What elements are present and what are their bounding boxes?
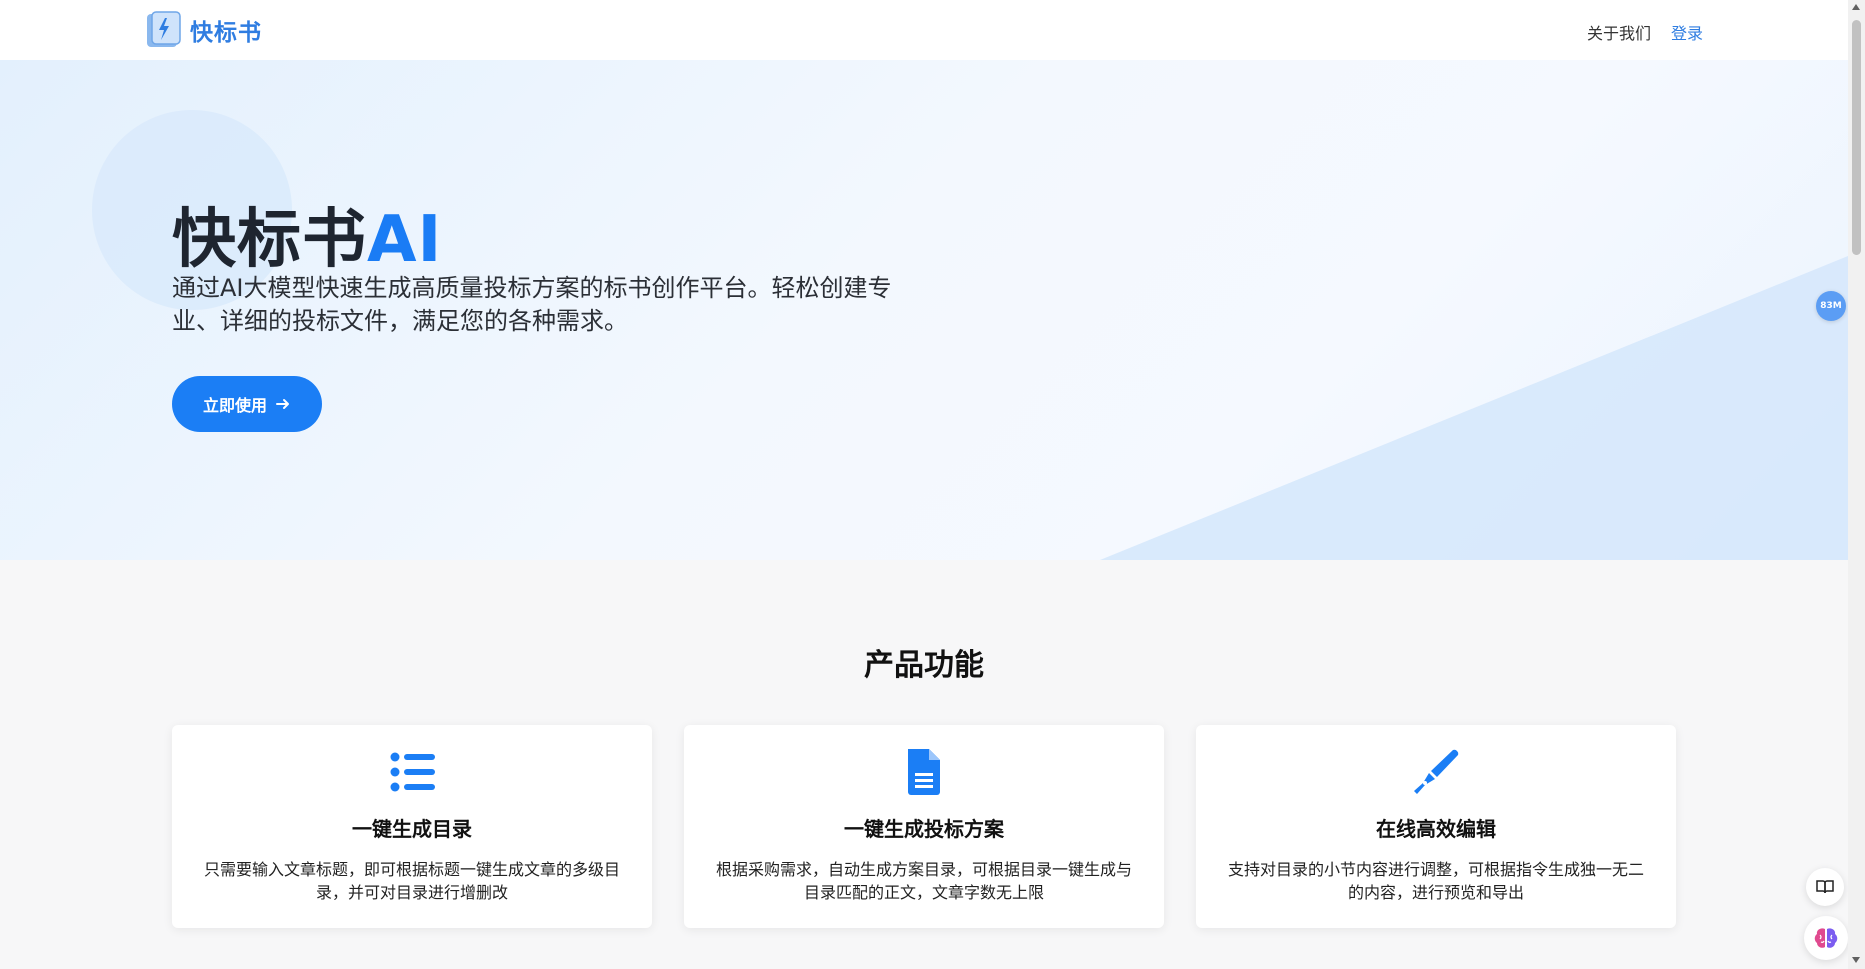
feature-card-title: 一键生成投标方案 — [844, 817, 1004, 841]
ai-assistant-float-button[interactable] — [1804, 916, 1848, 960]
hero-title: 快标书AI — [172, 188, 442, 280]
feature-card-description: 只需要输入文章标题，即可根据标题一键生成文章的多级目录，并可对目录进行增删改 — [203, 860, 620, 902]
hero-section: 快标书AI 通过AI大模型快速生成高质量投标方案的标书创作平台。轻松创建专业、详… — [0, 60, 1848, 560]
scrollbar-thumb[interactable] — [1852, 20, 1861, 255]
memory-usage-badge[interactable]: 83M — [1816, 291, 1846, 321]
hero-title-main: 快标书 — [172, 203, 367, 277]
document-icon — [908, 749, 940, 795]
brand-logo-icon — [147, 11, 181, 47]
scroll-down-arrow-icon[interactable] — [1852, 957, 1860, 963]
pen-icon — [1414, 749, 1459, 794]
list-icon — [390, 752, 435, 792]
feature-card-online-edit: 在线高效编辑 支持对目录的小节内容进行调整，可根据指令生成独一无二的内容，进行预… — [1196, 725, 1676, 928]
hero-title-accent: AI — [367, 203, 443, 277]
brand-name: 快标书 — [190, 20, 262, 46]
feature-card-title: 一键生成目录 — [352, 817, 472, 841]
features-section-title: 产品功能 — [864, 648, 984, 683]
nav-login-link[interactable]: 登录 — [1671, 20, 1703, 44]
top-navbar: 快标书 关于我们 登录 — [0, 0, 1848, 60]
hero-description: 通过AI大模型快速生成高质量投标方案的标书创作平台。轻松创建专业、详细的投标文件… — [172, 274, 892, 335]
feature-card-description: 支持对目录的小节内容进行调整，可根据指令生成独一无二的内容，进行预览和导出 — [1227, 860, 1644, 902]
feature-card-title: 在线高效编辑 — [1376, 817, 1496, 841]
nav-about-link[interactable]: 关于我们 — [1587, 20, 1651, 44]
start-using-button[interactable]: 立即使用 — [172, 376, 322, 432]
book-icon — [1816, 880, 1834, 894]
feature-card-generate-proposal: 一键生成投标方案 根据采购需求，自动生成方案目录，可根据目录一键生成与目录匹配的… — [684, 725, 1164, 928]
nav-links: 关于我们 登录 — [1587, 20, 1703, 44]
cta-label: 立即使用 — [202, 396, 267, 415]
brain-icon — [1814, 928, 1838, 948]
brand[interactable]: 快标书 — [144, 10, 262, 50]
feature-card-description: 根据采购需求，自动生成方案目录，可根据目录一键生成与目录匹配的正文，文章字数无上… — [715, 860, 1132, 902]
scroll-up-arrow-icon[interactable] — [1852, 4, 1860, 10]
feature-card-generate-toc: 一键生成目录 只需要输入文章标题，即可根据标题一键生成文章的多级目录，并可对目录… — [172, 725, 652, 928]
arrow-right-icon — [276, 399, 289, 409]
reader-float-button[interactable] — [1806, 868, 1844, 906]
page-scrollbar[interactable] — [1848, 0, 1865, 969]
